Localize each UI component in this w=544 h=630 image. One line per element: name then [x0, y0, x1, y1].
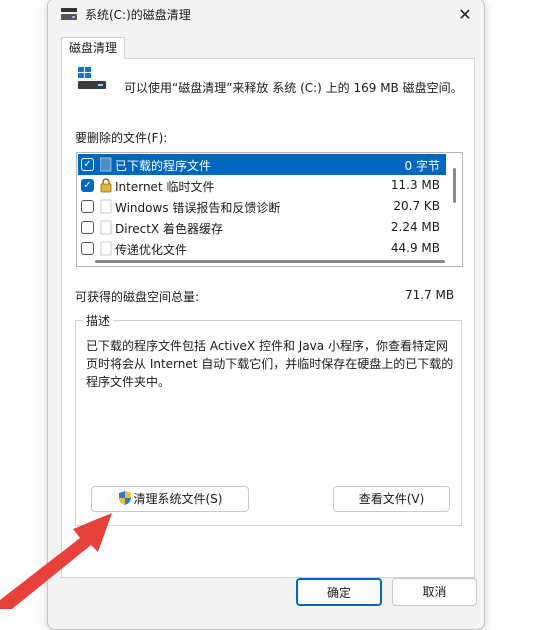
file-icon [100, 220, 112, 235]
clean-system-files-label: 清理系统文件(S) [133, 492, 223, 506]
list-item[interactable]: DirectX 着色器缓存 2.24 MB [78, 217, 446, 238]
file-size: 44.9 MB [390, 241, 440, 255]
file-list[interactable]: ✓ 已下载的程序文件 0 字节 ✓ Internet 临时文件 11.3 MB [76, 152, 463, 267]
file-size: 2.24 MB [390, 220, 440, 234]
disk-cleanup-window: 系统(C:)的磁盘清理 ✕ 磁盘清理 可以使用“磁盘清理”来释放 系统 (C:)… [47, 0, 485, 630]
file-name: Internet 临时文件 [115, 180, 215, 194]
tab-panel: 可以使用“磁盘清理”来释放 系统 (C:) 上的 169 MB 磁盘空间。 要删… [61, 58, 475, 578]
lock-icon [100, 178, 112, 193]
drive-icon [78, 67, 106, 89]
file-icon [100, 241, 112, 256]
close-button[interactable]: ✕ [453, 3, 477, 27]
list-item[interactable]: ✓ Internet 临时文件 11.3 MB [78, 175, 446, 196]
checkbox[interactable]: ✓ [81, 158, 94, 171]
description-legend: 描述 [83, 312, 114, 329]
total-space-value: 71.7 MB [405, 288, 455, 302]
checkbox[interactable] [81, 242, 94, 255]
cancel-button[interactable]: 取消 [392, 578, 477, 606]
folder-icon [100, 157, 112, 172]
files-to-delete-label: 要删除的文件(F): [75, 131, 168, 145]
checkbox[interactable]: ✓ [81, 179, 94, 192]
title-bar[interactable]: 系统(C:)的磁盘清理 ✕ [48, 0, 484, 31]
file-size: 20.7 KB [393, 199, 440, 213]
description-text: 已下载的程序文件包括 ActiveX 控件和 Java 小程序，你查看特定网页时… [86, 339, 454, 389]
checkbox[interactable] [81, 221, 94, 234]
file-name: Windows 错误报告和反馈诊断 [115, 201, 281, 215]
file-name: 已下载的程序文件 [115, 159, 212, 173]
file-size: 11.3 MB [390, 178, 440, 192]
file-name: DirectX 着色器缓存 [115, 222, 223, 236]
ok-button[interactable]: 确定 [296, 578, 382, 606]
total-space-label: 可获得的磁盘空间总量: [75, 290, 200, 304]
window-title: 系统(C:)的磁盘清理 [85, 8, 191, 22]
file-icon [100, 199, 112, 214]
scroll-thumb[interactable] [453, 168, 456, 203]
clean-system-files-button[interactable]: 清理系统文件(S) [91, 486, 249, 512]
list-item[interactable]: 传递优化文件 44.9 MB [78, 238, 446, 259]
view-files-button[interactable]: 查看文件(V) [333, 486, 450, 512]
file-size: 0 字节 [404, 159, 440, 173]
summary-text: 可以使用“磁盘清理”来释放 系统 (C:) 上的 169 MB 磁盘空间。 [124, 81, 463, 95]
disk-cleanup-app-icon [61, 8, 77, 20]
checkbox[interactable] [81, 200, 94, 213]
list-item[interactable]: ✓ 已下载的程序文件 0 字节 [78, 154, 446, 175]
vertical-scrollbar[interactable] [449, 153, 461, 266]
list-item[interactable]: Windows 错误报告和反馈诊断 20.7 KB [78, 196, 446, 217]
file-name: 传递优化文件 [115, 243, 188, 257]
tab-disk-cleanup[interactable]: 磁盘清理 [61, 37, 125, 59]
horizontal-scrollbar[interactable] [95, 260, 445, 263]
uac-shield-icon [118, 491, 131, 505]
